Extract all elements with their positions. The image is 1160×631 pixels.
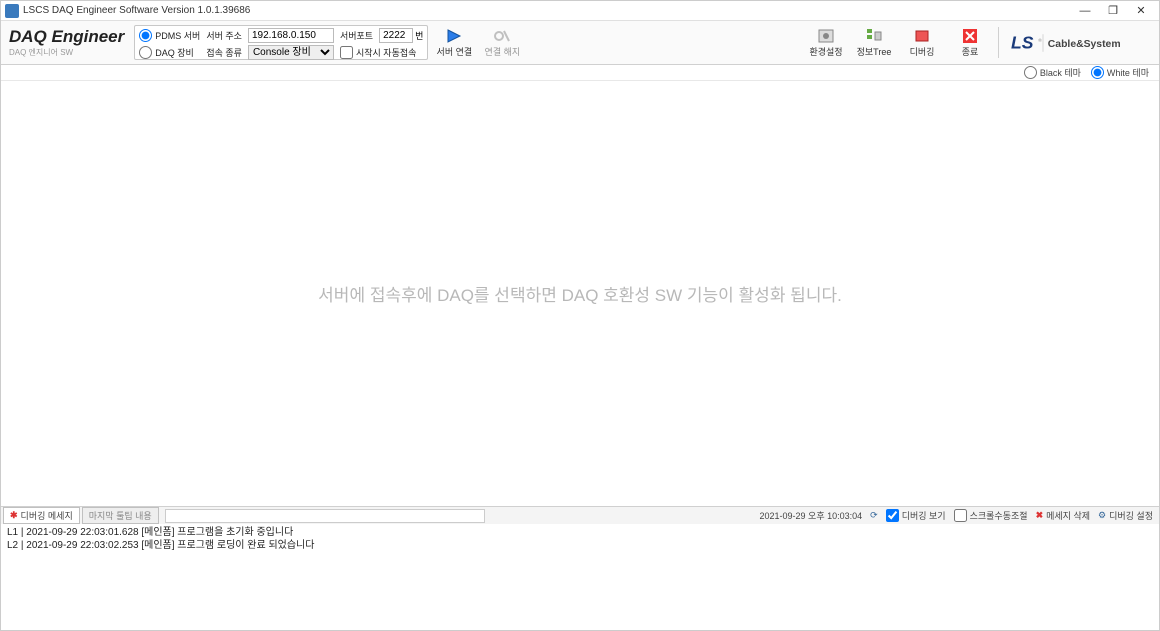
black-theme-radio[interactable]: Black 테마 [1024,66,1081,79]
placeholder-message: 서버에 접속후에 DAQ를 선택하면 DAQ 호환성 SW 기능이 활성화 됩니… [318,281,842,306]
tooltip-tab[interactable]: 마지막 툴팁 내용 [82,507,159,524]
server-port-label: 서버포트 [340,29,373,42]
close-button[interactable]: ✕ [1127,2,1155,20]
title-bar: LSCS DAQ Engineer Software Version 1.0.1… [1,1,1159,21]
minimize-button[interactable]: — [1071,2,1099,20]
debug-button[interactable]: 디버깅 [900,25,944,60]
bug-icon [912,27,932,45]
daq-device-radio[interactable]: DAQ 장비 [139,46,200,59]
brand-subtitle: DAQ 엔지니어 SW [9,47,124,58]
svg-text:®: ® [1038,37,1042,44]
connect-button[interactable]: 서버 연결 [432,25,476,60]
play-icon [444,27,464,45]
log-panel[interactable]: L1 | 2021-09-29 22:03:01.628 [메인폼] 프로그램을… [1,524,1159,630]
conn-type-select[interactable]: Console 장비 [248,45,334,60]
maximize-button[interactable]: ❐ [1099,2,1127,20]
server-address-input[interactable] [248,28,334,43]
bug-icon: ✱ [10,510,18,521]
main-content: 서버에 접속후에 DAQ를 선택하면 DAQ 호환성 SW 기능이 활성화 됩니… [1,81,1159,506]
toolbar: DAQ Engineer DAQ 엔지니어 SW PDMS 서버 서버 주소 서… [1,21,1159,65]
debug-settings-button[interactable]: ⚙ 디버깅 설정 [1098,509,1153,522]
daq-radio-input[interactable] [139,46,152,59]
gear-icon: ⚙ [1098,510,1106,521]
port-unit: 번 [415,29,423,42]
conn-type-label: 접속 종류 [206,46,242,59]
pdms-radio-input[interactable] [139,29,152,42]
debug-view-check[interactable]: 디버깅 보기 [886,509,946,522]
white-theme-radio[interactable]: White 테마 [1091,66,1149,79]
info-tree-button[interactable]: 정보Tree [852,25,896,60]
status-field [165,509,485,523]
svg-text:LS: LS [1011,32,1034,52]
delete-messages-button[interactable]: ✖ 메세지 삭제 [1036,509,1090,522]
logo-text: Cable&System [1048,39,1121,50]
theme-bar: Black 테마 White 테마 [1,65,1159,81]
auto-connect-check[interactable]: 시작시 자동접속 [340,46,423,59]
manual-scroll-check[interactable]: 스크롤수동조절 [954,509,1028,522]
company-logo: LS ® Cable&System [1005,25,1153,60]
delete-icon: ✖ [1036,510,1044,521]
close-icon [960,27,980,45]
daq-radio-label: DAQ 장비 [155,46,194,59]
disconnect-button[interactable]: 연결 해지 [480,25,524,60]
pdms-server-radio[interactable]: PDMS 서버 [139,29,200,42]
pdms-radio-label: PDMS 서버 [155,29,200,42]
log-line: L1 | 2021-09-29 22:03:01.628 [메인폼] 프로그램을… [7,526,1153,539]
auto-connect-label: 시작시 자동접속 [356,46,416,59]
unplug-icon [492,27,512,45]
exit-button[interactable]: 종료 [948,25,992,60]
log-line: L2 | 2021-09-29 22:03:02.253 [메인폼] 프로그램 … [7,539,1153,552]
brand: DAQ Engineer DAQ 엔지니어 SW [7,25,130,60]
connection-panel: PDMS 서버 서버 주소 서버포트 번 DAQ 장비 접속 종류 Consol… [134,25,428,60]
app-icon [5,4,19,18]
brand-title: DAQ Engineer [9,27,124,47]
window-title: LSCS DAQ Engineer Software Version 1.0.1… [23,5,1071,16]
status-refresh-icon[interactable]: ⟳ [870,510,878,521]
status-timestamp: 2021-09-29 오후 10:03:04 [760,509,863,522]
tree-icon [864,27,884,45]
gear-icon [816,27,836,45]
auto-connect-input[interactable] [340,46,353,59]
server-address-label: 서버 주소 [206,29,242,42]
status-bar: ✱ 디버깅 메세지 마지막 툴팁 내용 2021-09-29 오후 10:03:… [1,506,1159,524]
debug-messages-tab[interactable]: ✱ 디버깅 메세지 [3,507,80,524]
server-port-input[interactable] [379,28,413,43]
settings-button[interactable]: 환경설정 [804,25,848,60]
